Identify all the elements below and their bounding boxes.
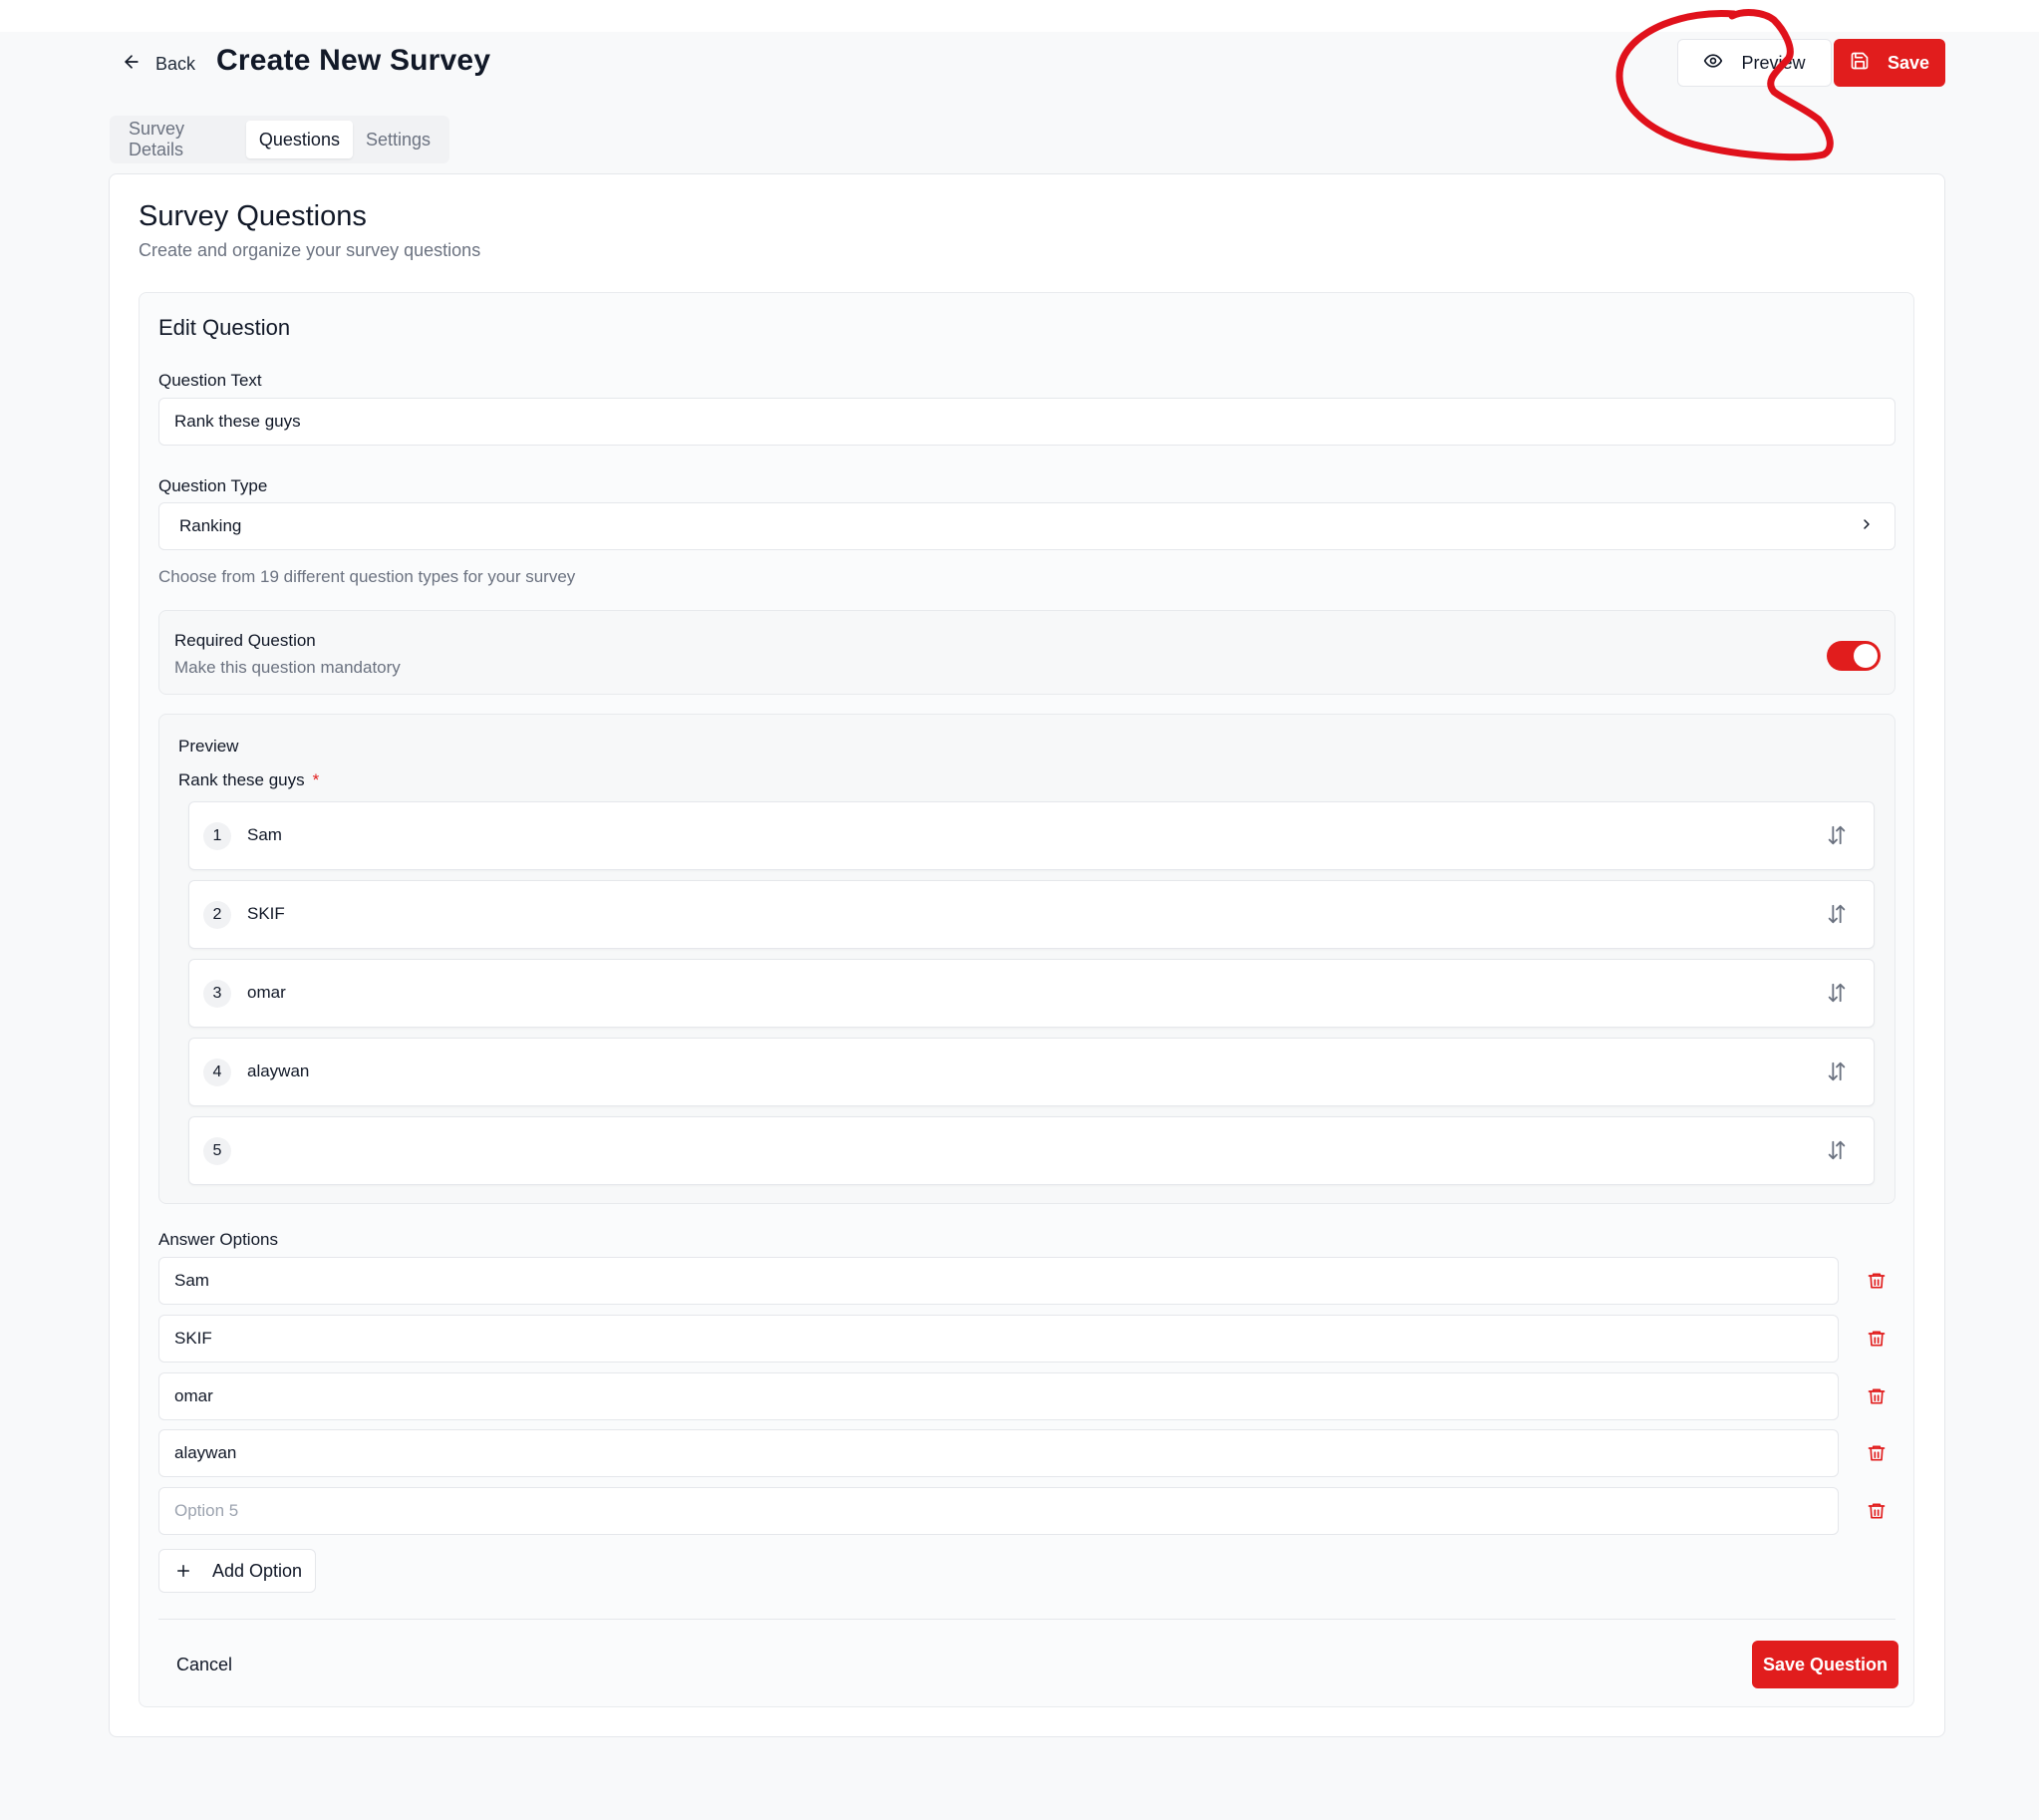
question-text-input[interactable]: Rank these guys — [158, 398, 1895, 446]
save-button[interactable]: Save — [1834, 39, 1945, 87]
chevron-right-icon — [1859, 516, 1875, 537]
required-question-subtitle: Make this question mandatory — [174, 658, 401, 677]
tab-list: Survey Details Questions Settings — [110, 116, 449, 163]
trash-icon[interactable] — [1867, 1385, 1887, 1407]
required-toggle[interactable] — [1827, 641, 1881, 671]
question-type-label: Question Type — [158, 476, 268, 495]
arrow-up-down-icon[interactable] — [1826, 982, 1848, 1004]
ranking-item[interactable]: 2 SKIF — [188, 880, 1875, 949]
arrow-up-down-icon[interactable] — [1826, 903, 1848, 925]
required-question-title: Required Question — [174, 631, 316, 650]
card-subtitle: Create and organize your survey question… — [139, 240, 481, 260]
arrow-left-icon — [122, 52, 142, 77]
edit-question-title: Edit Question — [158, 315, 291, 340]
rank-label: Sam — [247, 825, 282, 844]
rank-label: omar — [247, 983, 286, 1002]
rank-number: 4 — [203, 1059, 231, 1086]
trash-icon[interactable] — [1867, 1442, 1887, 1464]
page-title: Create New Survey — [216, 44, 491, 77]
floppy-disk-icon — [1850, 51, 1870, 76]
rank-number: 3 — [203, 980, 231, 1008]
toggle-knob — [1854, 644, 1878, 668]
edit-question-panel: Edit Question Question Text Rank these g… — [139, 292, 1914, 1707]
ranking-item[interactable]: 5 — [188, 1116, 1875, 1185]
question-type-value: Ranking — [179, 516, 242, 535]
top-strip — [0, 0, 2039, 32]
eye-icon — [1703, 51, 1723, 76]
cancel-button[interactable]: Cancel — [158, 1641, 250, 1688]
back-button[interactable]: Back — [122, 48, 195, 80]
add-option-button[interactable]: Add Option — [158, 1549, 316, 1593]
save-question-button[interactable]: Save Question — [1752, 1641, 1898, 1688]
option-input-empty[interactable]: Option 5 — [158, 1487, 1839, 1535]
option-row: SKIF — [158, 1315, 1895, 1363]
trash-icon[interactable] — [1867, 1500, 1887, 1522]
survey-questions-card: Survey Questions Create and organize you… — [109, 173, 1945, 1737]
option-row: Option 5 — [158, 1487, 1895, 1535]
card-title: Survey Questions — [139, 200, 367, 232]
preview-question-label: Rank these guys — [178, 770, 305, 789]
ranking-item[interactable]: 1 Sam — [188, 801, 1875, 870]
question-type-select[interactable]: Ranking — [158, 502, 1895, 550]
arrow-up-down-icon[interactable] — [1826, 1139, 1848, 1161]
save-button-label: Save — [1887, 52, 1930, 73]
arrow-up-down-icon[interactable] — [1826, 1061, 1848, 1082]
rank-number: 2 — [203, 901, 231, 929]
required-question-row: Required Question Make this question man… — [158, 610, 1895, 695]
tab-settings[interactable]: Settings — [353, 121, 443, 158]
trash-icon[interactable] — [1867, 1328, 1887, 1350]
option-input[interactable]: Sam — [158, 1257, 1839, 1305]
add-option-label: Add Option — [212, 1560, 303, 1581]
rank-number: 5 — [203, 1137, 231, 1165]
plus-icon — [177, 1565, 189, 1577]
preview-button-label: Preview — [1741, 52, 1806, 73]
rank-number: 1 — [203, 822, 231, 850]
preview-question-text: Rank these guys * — [178, 770, 319, 790]
trash-icon[interactable] — [1867, 1270, 1887, 1292]
tab-survey-details[interactable]: Survey Details — [116, 119, 246, 159]
required-asterisk: * — [312, 770, 320, 789]
answer-options-label: Answer Options — [158, 1230, 278, 1249]
back-label: Back — [155, 53, 196, 74]
option-input[interactable]: SKIF — [158, 1315, 1839, 1363]
ranking-item[interactable]: 3 omar — [188, 959, 1875, 1028]
divider — [158, 1619, 1895, 1620]
preview-label: Preview — [178, 737, 239, 756]
option-row: Sam — [158, 1257, 1895, 1305]
tab-questions[interactable]: Questions — [245, 121, 353, 158]
ranking-item[interactable]: 4 alaywan — [188, 1038, 1875, 1106]
rank-label: alaywan — [247, 1062, 310, 1080]
option-row: alaywan — [158, 1429, 1895, 1477]
preview-button[interactable]: Preview — [1677, 39, 1832, 87]
option-row: omar — [158, 1372, 1895, 1420]
option-input[interactable]: alaywan — [158, 1429, 1839, 1477]
question-type-helper: Choose from 19 different question types … — [158, 567, 576, 586]
question-text-label: Question Text — [158, 371, 262, 390]
rank-label: SKIF — [247, 904, 285, 923]
option-input[interactable]: omar — [158, 1372, 1839, 1420]
arrow-up-down-icon[interactable] — [1826, 824, 1848, 846]
question-preview: Preview Rank these guys * 1 Sam 2 SKIF 3 … — [158, 714, 1895, 1204]
